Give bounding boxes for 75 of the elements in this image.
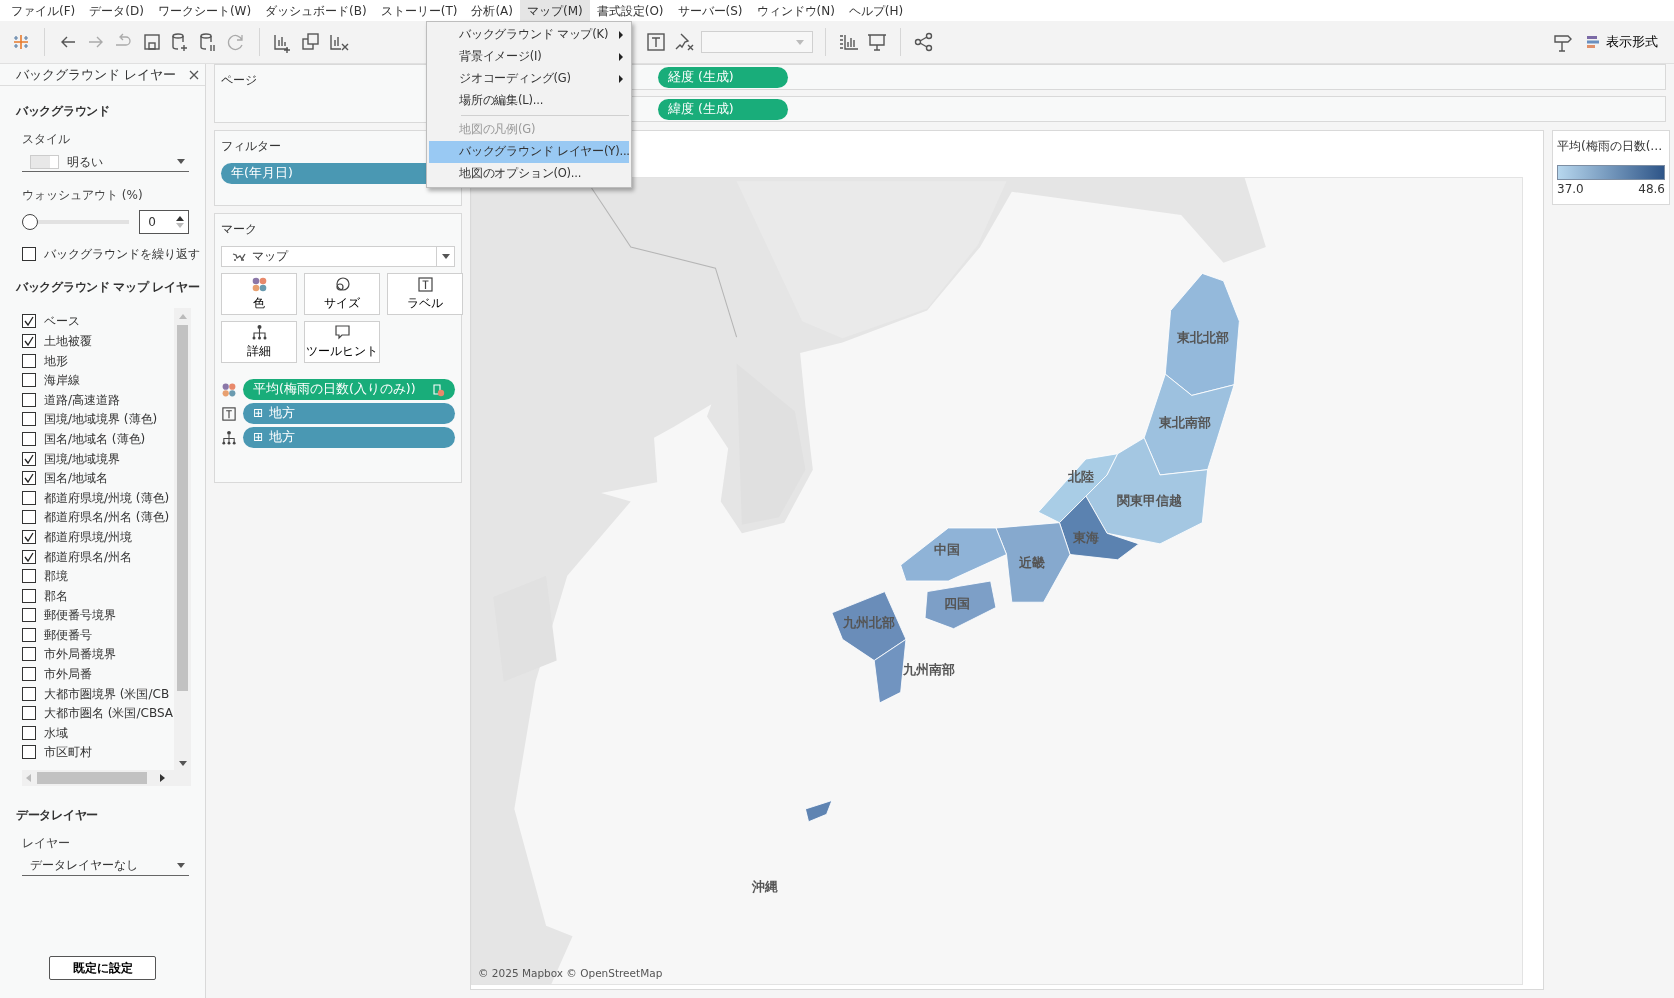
region-label: 中国 — [934, 542, 961, 558]
legend-max: 48.6 — [1638, 181, 1665, 198]
menu-item[interactable]: ヘルプ(H) — [841, 0, 911, 21]
layer-dropdown[interactable]: データレイヤーなし — [22, 855, 189, 876]
map-attribution: © 2025 Mapbox © OpenStreetMap — [478, 966, 663, 982]
checkbox-label: バックグラウンドを繰り返す — [44, 245, 200, 263]
checkbox-label: 大都市圏名 (米国/CBSA — [44, 705, 173, 723]
region-label: 近畿 — [1018, 555, 1045, 571]
checkbox-label: 道路/高速道路 — [44, 391, 121, 409]
menu-item[interactable]: ファイル(F) — [4, 0, 83, 21]
checkbox-label: 郡名 — [44, 587, 68, 605]
field-label: スタイル — [21, 131, 71, 148]
section-heading: データレイヤー — [15, 806, 99, 824]
checkbox-label: 地形 — [44, 352, 68, 370]
mark-type-dropdown[interactable]: マップ — [221, 246, 455, 267]
menu-item[interactable]: ワークシート(W) — [150, 0, 259, 21]
checkbox-label: 市外局番 — [44, 666, 92, 684]
format-button[interactable]: 表示形式 — [1580, 32, 1664, 52]
section-heading: バックグラウンド マップ レイヤー — [15, 278, 201, 296]
checkbox-label: 市外局番境界 — [44, 646, 116, 664]
menu-item: 地図の凡例(G) — [458, 121, 537, 139]
style-dropdown[interactable]: 明るい — [22, 152, 189, 172]
region-label: 四国 — [943, 595, 970, 611]
region-label: 東北北部 — [1177, 330, 1230, 346]
checkbox-label: 都道府県名/州名 — [44, 548, 133, 566]
region-label: 九州南部 — [903, 662, 956, 678]
checkbox-label: 海岸線 — [44, 372, 80, 390]
checkbox-label: 市区町村 — [44, 744, 92, 762]
checkbox-label: 土地被覆 — [44, 333, 92, 350]
checkbox-label: ベース — [44, 313, 80, 331]
checkbox-label: 大都市圏境界 (米国/CB — [44, 685, 170, 703]
checkbox-label: 都道府県境/州境 (薄色) — [44, 489, 170, 507]
marks-card-button[interactable]: ラベル — [387, 273, 463, 315]
marks-card-button[interactable]: サイズ — [304, 273, 380, 315]
panel-title: バックグラウンド レイヤー — [16, 65, 177, 84]
checkbox-label: 郵便番号 — [44, 626, 92, 644]
marks-card-button[interactable]: ツールヒント — [304, 321, 380, 363]
marks-card-button[interactable]: 色 — [221, 273, 297, 315]
region-label: 九州北部 — [842, 614, 895, 630]
card-title: ページ — [221, 72, 258, 89]
legend-min: 37.0 — [1557, 181, 1584, 198]
legend-title: 平均(梅雨の日数(… — [1557, 138, 1664, 155]
checkbox-label: 国境/地域境界 (薄色) — [44, 411, 158, 429]
card-title: マーク — [221, 221, 258, 238]
checkbox-label: 都道府県名/州名 (薄色) — [44, 509, 170, 527]
number-field[interactable]: 0 — [139, 210, 189, 234]
menu-item[interactable]: 背景イメージ(I) — [429, 46, 629, 68]
menu-item[interactable]: バックグラウンド マップ(K) — [429, 24, 629, 46]
menu-item[interactable]: ストーリー(T) — [373, 0, 465, 21]
menu-item[interactable]: バックグラウンド レイヤー(Y)... — [429, 141, 629, 163]
checkbox-label: 郡境 — [44, 568, 68, 586]
menu-item[interactable]: ダッシュボード(B) — [258, 0, 374, 21]
section-heading: バックグラウンド — [15, 103, 111, 120]
checkbox-label: 国境/地域境界 — [44, 450, 121, 468]
field-label: レイヤー — [21, 834, 71, 852]
menu-item[interactable]: マップ(M) — [520, 0, 590, 21]
region-label: 沖縄 — [752, 878, 779, 894]
menu-item[interactable]: 分析(A) — [464, 0, 520, 21]
checkbox-label: 国名/地域名 (薄色) — [44, 430, 146, 448]
marks-card-button[interactable]: 詳細 — [221, 321, 297, 363]
region-label: 北陸 — [1067, 469, 1094, 485]
menu-item[interactable]: 書式設定(O) — [589, 0, 671, 21]
menu-item[interactable]: サーバー(S) — [670, 0, 750, 21]
menu-item[interactable]: ウィンドウ(N) — [749, 0, 842, 21]
checkbox-label: 国名/地域名 — [44, 470, 109, 488]
region-label: 東海 — [1072, 529, 1099, 545]
checkbox-label: 都道府県境/州境 — [44, 528, 133, 546]
menu-item[interactable]: データ(D) — [82, 0, 151, 21]
default-button[interactable]: 既定に設定 — [49, 956, 156, 980]
checkbox-label: 水域 — [44, 724, 68, 742]
region-label: 関東甲信越 — [1116, 492, 1182, 508]
card-title: フィルター — [221, 138, 282, 155]
region-label: 東北南部 — [1159, 415, 1212, 431]
checkbox-label: 郵便番号境界 — [44, 607, 116, 625]
field-label: ウォッシュアウト (%) — [21, 187, 144, 204]
